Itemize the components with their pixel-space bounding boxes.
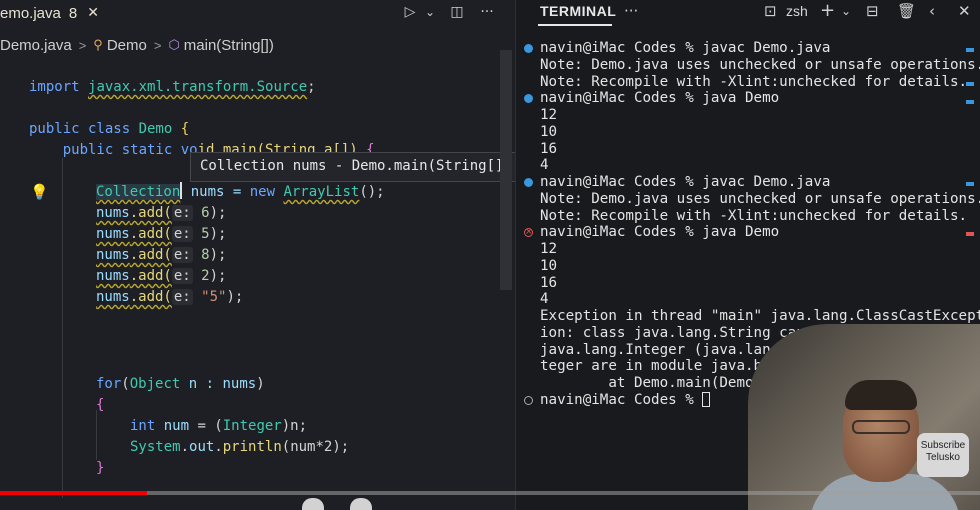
terminal-line-text: navin@iMac Codes % java Demo — [540, 224, 780, 241]
code-line-declaration: Collection nums = new ArrayList(); — [96, 182, 385, 200]
code-line-int: int num = (Integer)n; — [130, 418, 308, 434]
terminal-line-text: 12 — [540, 241, 558, 257]
code-line-add: nums.add(e: 5); — [96, 226, 227, 242]
tab-terminal[interactable]: TERMINAL — [540, 3, 616, 19]
run-menu-chevron-icon[interactable]: ⌄ — [420, 2, 440, 22]
active-tab-indicator — [538, 24, 612, 26]
terminal-line-text: navin@iMac Codes % — [540, 391, 711, 409]
video-progress-bar[interactable] — [0, 491, 980, 495]
pending-status-icon[interactable] — [524, 395, 533, 405]
hover-tooltip: Collection nums - Demo.main(String[]) — [190, 152, 518, 182]
chevron-right-icon: > — [153, 37, 162, 53]
scroll-mark — [966, 182, 974, 186]
code-line-for: for(Object n : nums) — [96, 376, 265, 392]
error-status-icon[interactable] — [524, 224, 533, 241]
class-icon: ⚲ — [93, 37, 103, 52]
terminal-line-text: 4 — [540, 157, 549, 174]
code-line-close-brace: } — [96, 460, 105, 476]
subscribe-button[interactable]: Subscribe Telusko — [917, 433, 969, 477]
success-status-icon[interactable] — [524, 94, 533, 104]
breadcrumb-class[interactable]: Demo — [107, 37, 147, 54]
terminal-line-text: 16 — [540, 274, 558, 291]
terminal-cursor — [702, 391, 711, 407]
more-actions-icon[interactable]: ··· — [477, 2, 497, 22]
terminal-line-text: teger are in module java.base — [540, 358, 788, 375]
pointer-shadow-icon — [302, 498, 324, 510]
terminal-line-text: Note: Demo.java uses unchecked or unsafe… — [540, 190, 980, 207]
new-terminal-icon[interactable]: + — [820, 0, 835, 21]
success-status-icon[interactable] — [524, 44, 533, 53]
method-icon: ⬡ — [168, 37, 180, 52]
close-tab-icon[interactable]: ✕ — [87, 5, 99, 21]
shell-name[interactable]: zsh — [786, 3, 808, 19]
presenter-hair — [845, 380, 917, 410]
terminal-line-text: 4 — [540, 291, 549, 308]
video-progress-fill — [0, 491, 147, 495]
code-line-add: nums.add(e: 8); — [96, 247, 227, 263]
code-line-open-brace: { — [96, 397, 105, 413]
terminal-line-text: 10 — [540, 257, 558, 274]
terminal-line-text: navin@iMac Codes % javac Demo.java — [540, 40, 831, 56]
webcam-overlay — [748, 324, 980, 510]
scroll-mark-error — [966, 232, 974, 236]
code-line-print: System.out.println(num*2); — [130, 439, 350, 455]
subscribe-label: Subscribe — [920, 440, 966, 451]
close-icon[interactable]: ✕ — [958, 2, 971, 20]
split-terminal-icon[interactable]: ⊟ — [866, 2, 879, 20]
breadcrumb-method[interactable]: main(String[]) — [184, 37, 274, 54]
editor-scrollbar[interactable] — [500, 50, 512, 290]
editor-tab-bar: emo.java 8 ✕ ▷ ⌄ ◫ ··· — [0, 0, 514, 26]
terminal-line-text: Note: Recompile with -Xlint:unchecked fo… — [540, 207, 968, 224]
chevron-right-icon: > — [78, 37, 87, 53]
chevron-down-icon[interactable]: ⌄ — [841, 4, 851, 18]
trash-icon[interactable]: 🗑 — [897, 2, 916, 20]
terminal-line-text: 10 — [540, 123, 558, 140]
breadcrumb: Demo.java > ⚲ Demo > ⬡ main(String[]) — [0, 34, 274, 56]
code-line-add: nums.add(e: 6); — [96, 205, 227, 221]
channel-name: Telusko — [926, 452, 960, 463]
indent-guide — [96, 410, 97, 460]
chevron-left-icon[interactable]: ‹ — [929, 2, 935, 20]
run-icon[interactable]: ▷ — [400, 2, 420, 22]
terminal-icon: ⊡ — [764, 2, 777, 20]
code-line-class: public class Demo { — [29, 121, 190, 137]
presenter-glasses — [852, 420, 910, 434]
success-status-icon[interactable] — [524, 178, 533, 187]
scroll-mark — [966, 82, 974, 86]
terminal-line-text: Note: Recompile with -Xlint:unchecked fo… — [540, 73, 968, 90]
terminal-line-text: navin@iMac Codes % java Demo — [540, 90, 780, 107]
lightbulb-icon[interactable]: 💡 — [30, 183, 49, 201]
editor-pane: emo.java 8 ✕ ▷ ⌄ ◫ ··· Demo.java > ⚲ Dem… — [0, 0, 518, 510]
more-actions-icon[interactable]: ··· — [624, 2, 638, 20]
pointer-shadow-icon — [350, 498, 372, 510]
code-line-add: nums.add(e: "5"); — [96, 289, 244, 305]
split-editor-icon[interactable]: ◫ — [447, 2, 467, 22]
terminal-header: TERMINAL ··· ⊡ zsh + ⌄ ⊟ 🗑 ‹ ✕ — [516, 0, 980, 26]
terminal-line-text: at Demo.main(Demo.j — [540, 375, 771, 391]
code-line-add: nums.add(e: 2); — [96, 268, 227, 284]
tab-filename: emo.java — [0, 4, 61, 22]
breadcrumb-file[interactable]: Demo.java — [0, 37, 72, 54]
problems-count: 8 — [68, 4, 78, 22]
terminal-line-text: Exception in thread "main" java.lang.Cla… — [540, 308, 980, 324]
scroll-mark — [966, 100, 974, 104]
terminal-line-text: 16 — [540, 140, 558, 157]
terminal-line-text: navin@iMac Codes % javac Demo.java — [540, 174, 831, 190]
code-line-import: import javax.xml.transform.Source; — [29, 79, 316, 95]
indent-guide — [62, 158, 63, 498]
tab-demo-java[interactable]: emo.java 8 ✕ — [0, 0, 105, 26]
scroll-mark — [966, 48, 974, 52]
terminal-line-text: Note: Demo.java uses unchecked or unsafe… — [540, 56, 980, 73]
terminal-line-text: 12 — [540, 107, 558, 123]
